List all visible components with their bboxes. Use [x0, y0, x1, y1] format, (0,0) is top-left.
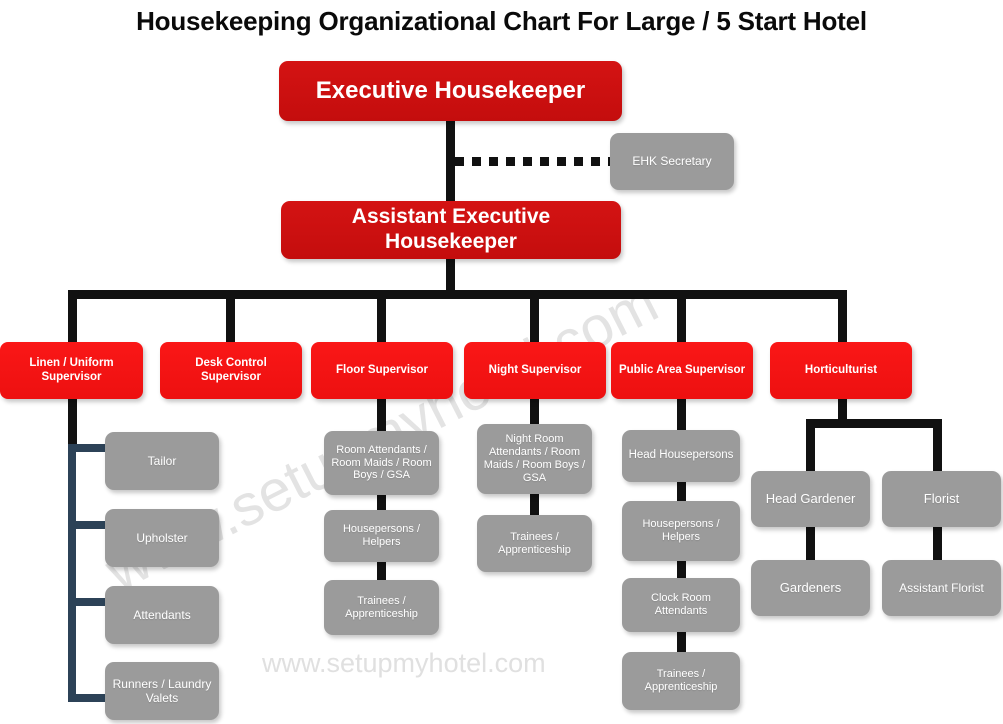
node-night-supervisor[interactable]: Night Supervisor	[464, 342, 606, 399]
connector-linen-branch-attendants	[68, 598, 110, 606]
connector-public-2	[677, 482, 686, 502]
connector-horticulturist-right-drop	[933, 419, 942, 473]
connector-florist-to-assistant	[933, 524, 942, 562]
connector-public-1	[677, 399, 686, 431]
node-horticulturist[interactable]: Horticulturist	[770, 342, 912, 399]
node-floor-trainees[interactable]: Trainees / Apprenticeship	[324, 580, 439, 635]
node-night-room-attendants[interactable]: Night Room Attendants / Room Maids / Roo…	[477, 424, 592, 494]
connector-linen-branch-tailor	[68, 444, 110, 452]
connector-linen-branch-runners	[68, 694, 110, 702]
node-tailor[interactable]: Tailor	[105, 432, 219, 490]
page-title: Housekeeping Organizational Chart For La…	[136, 6, 867, 36]
node-executive-housekeeper[interactable]: Executive Housekeeper	[279, 61, 622, 121]
connector-ehk-to-aeh	[446, 120, 455, 205]
connector-floor-1	[377, 399, 386, 435]
node-upholster[interactable]: Upholster	[105, 509, 219, 567]
node-public-area-supervisor[interactable]: Public Area Supervisor	[611, 342, 753, 399]
connector-floor-2	[377, 494, 386, 511]
flat-watermark: www.setupmyhotel.com	[262, 648, 546, 678]
node-linen-uniform-supervisor[interactable]: Linen / Uniform Supervisor	[0, 342, 143, 399]
node-runners-laundry-valets[interactable]: Runners / Laundry Valets	[105, 662, 219, 720]
node-desk-control-supervisor[interactable]: Desk Control Supervisor	[160, 342, 302, 399]
connector-drop-public	[677, 290, 686, 342]
node-florist[interactable]: Florist	[882, 471, 1001, 527]
connector-linen-branch-upholster	[68, 521, 110, 529]
node-clock-room-attendants[interactable]: Clock Room Attendants	[622, 578, 740, 632]
connector-night-1	[530, 399, 539, 425]
connector-drop-desk	[226, 290, 235, 342]
node-night-trainees[interactable]: Trainees / Apprenticeship	[477, 515, 592, 572]
connector-linen-spine	[68, 444, 76, 702]
node-floor-housepersons[interactable]: Housepersons / Helpers	[324, 510, 439, 562]
connector-drop-night	[530, 290, 539, 342]
connector-drop-horticulturist	[838, 290, 847, 342]
node-attendants[interactable]: Attendants	[105, 586, 219, 644]
connector-horticulturist-bar	[806, 419, 942, 428]
node-floor-room-attendants[interactable]: Room Attendants / Room Maids / Room Boys…	[324, 431, 439, 495]
connector-main-bus	[68, 290, 847, 299]
connector-public-3	[677, 561, 686, 579]
connector-horticulturist-left-drop	[806, 419, 815, 473]
node-assistant-florist[interactable]: Assistant Florist	[882, 560, 1001, 616]
node-floor-supervisor[interactable]: Floor Supervisor	[311, 342, 453, 399]
connector-head-gardener-to-gardeners	[806, 524, 815, 562]
connector-night-2	[530, 494, 539, 516]
node-public-trainees[interactable]: Trainees / Apprenticeship	[622, 652, 740, 710]
connector-floor-3	[377, 561, 386, 581]
connector-public-4	[677, 631, 686, 653]
node-head-housepersons[interactable]: Head Housepersons	[622, 430, 740, 482]
node-ehk-secretary[interactable]: EHK Secretary	[610, 133, 734, 190]
node-assistant-executive-housekeeper[interactable]: Assistant Executive Housekeeper	[281, 201, 621, 259]
node-head-gardener[interactable]: Head Gardener	[751, 471, 870, 527]
connector-drop-floor	[377, 290, 386, 342]
node-public-housepersons[interactable]: Housepersons / Helpers	[622, 501, 740, 561]
connector-ehk-secretary-dotted	[455, 157, 610, 166]
connector-aeh-down	[446, 258, 455, 294]
connector-linen-stub	[68, 399, 77, 447]
connector-drop-linen	[68, 290, 77, 342]
node-gardeners[interactable]: Gardeners	[751, 560, 870, 616]
org-chart-canvas: Housekeeping Organizational Chart For La…	[0, 0, 1003, 724]
